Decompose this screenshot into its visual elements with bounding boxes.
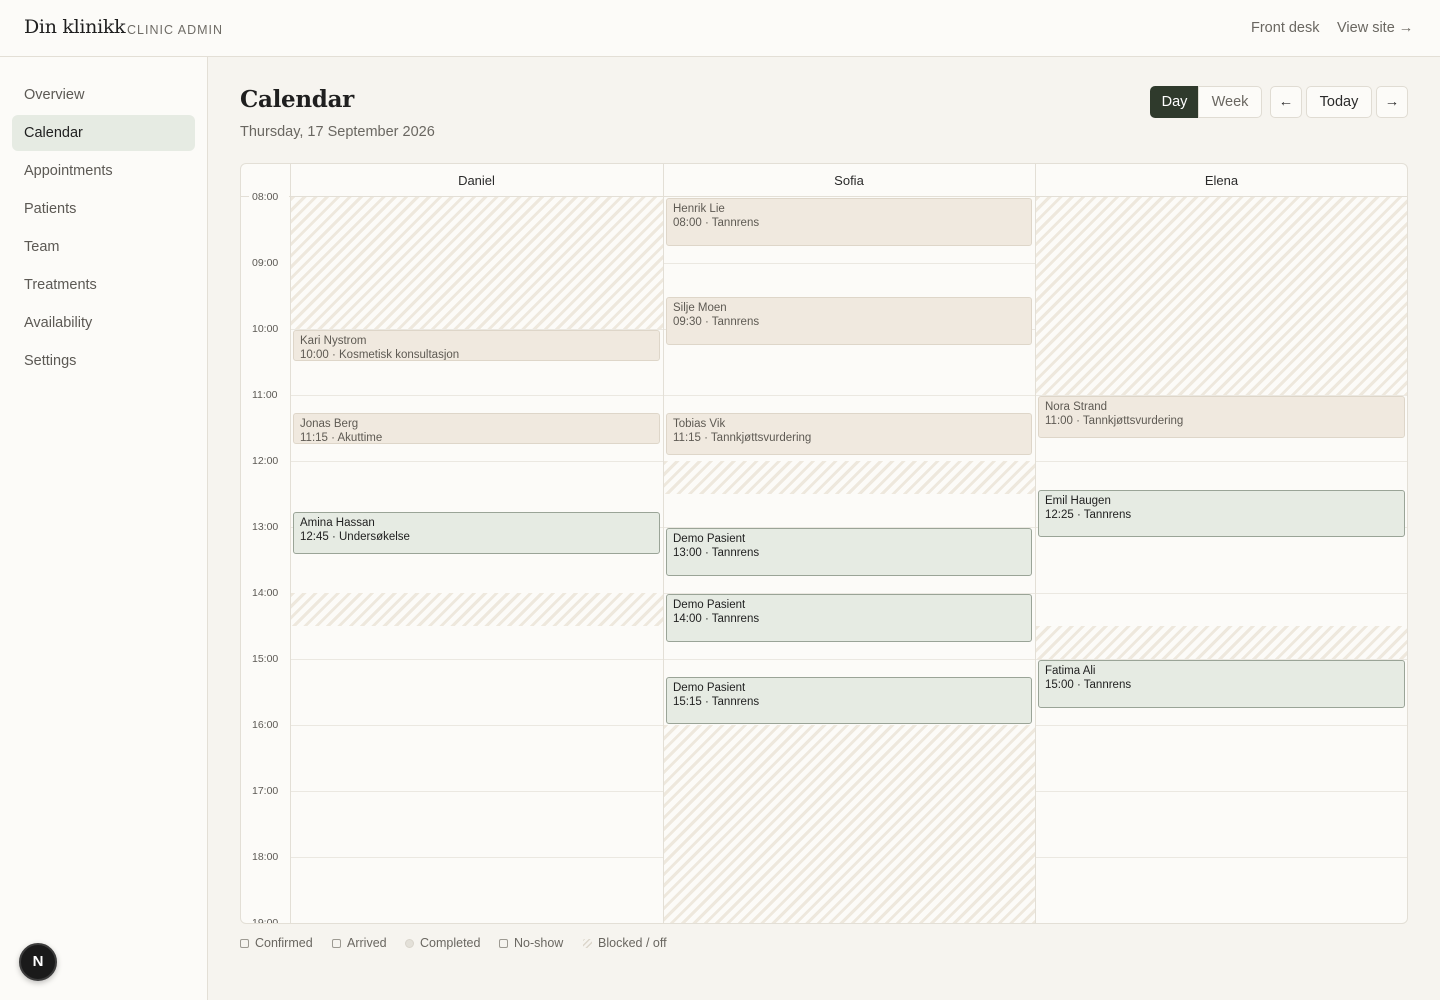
arrived-swatch [332,939,341,948]
column-divider [290,164,291,923]
legend-completed: Completed [405,936,480,950]
column-divider [663,164,664,923]
sidebar-item-treatments[interactable]: Treatments [12,267,195,303]
appointment-detail: 11:15 · Tannkjøttsvurdering [673,431,812,444]
previous-day-button[interactable]: ← [1270,86,1302,118]
time-label: 15:00 [249,653,289,665]
time-label: 13:00 [249,521,289,533]
legend-label-completed: Completed [420,936,481,950]
page-title: Calendar [240,86,355,113]
appointment-detail: 15:15 · Tannrens [673,695,760,708]
appointment-detail: 09:30 · Tannrens [673,316,760,328]
sidebar: Overview Calendar Appointments Patients … [0,57,208,1000]
sidebar-item-appointments[interactable]: Appointments [12,153,195,189]
confirmed-swatch [240,939,249,948]
blocked-slot [664,461,1035,494]
time-label: 19:00 [249,917,289,923]
today-button[interactable]: Today [1306,86,1372,118]
sidebar-item-availability[interactable]: Availability [12,305,195,341]
appointment-patient-name: Jonas Berg [300,417,359,430]
blocked-slot [1036,197,1407,395]
completed-swatch [405,939,414,948]
hour-line [290,923,1408,924]
appointment-patient-name: Demo Pasient [673,599,746,611]
blocked-slot [1036,626,1407,659]
appointment-patient-name: Nora Strand [1045,401,1108,413]
legend-arrived: Arrived [332,936,387,950]
appointment-card[interactable]: Amina Hassan 12:45 · Undersøkelse [293,511,660,554]
appointment-detail: 14:00 · Tannrens [673,613,760,625]
sidebar-item-team[interactable]: Team [12,229,195,265]
column-header-elena: Elena [1035,164,1407,197]
appointment-detail: 12:45 · Undersøkelse [300,530,410,543]
week-view-button[interactable]: Week [1198,86,1262,118]
brand-subtitle: CLINIC ADMIN [127,23,224,37]
next-day-button[interactable]: → [1376,86,1408,118]
appointment-card[interactable]: Henrik Lie 08:00 · Tannrens [666,198,1032,246]
time-label: 12:00 [249,455,289,467]
brand-name[interactable]: Din klinikk [24,16,126,38]
blocked-slot [291,197,663,329]
appointment-patient-name: Fatima Ali [1045,665,1096,677]
appointment-card[interactable]: Tobias Vik 11:15 · Tannkjøttsvurdering [666,412,1032,455]
sidebar-item-calendar[interactable]: Calendar [12,115,195,151]
legend-blocked: Blocked / off [583,936,667,950]
legend-label-arrived: Arrived [347,936,387,950]
time-label: 09:00 [249,257,289,269]
column-header-sofia: Sofia [663,164,1035,197]
appointment-patient-name: Emil Haugen [1045,494,1111,507]
legend-label-no-show: No-show [514,936,564,950]
time-label: 14:00 [249,587,289,599]
appointment-detail: 13:00 · Tannrens [673,547,760,559]
appointment-detail: 10:00 · Kosmetisk konsultasjon [300,349,460,361]
time-label: 17:00 [249,785,289,797]
appointment-detail: 11:15 · Akuttime [300,431,383,444]
appointment-patient-name: Demo Pasient [673,533,746,545]
appointment-patient-name: Demo Pasient [673,681,746,694]
appointment-card[interactable]: Jonas Berg 11:15 · Akuttime [293,412,660,444]
appointment-patient-name: Tobias Vik [673,417,726,430]
top-bar: Din klinikk CLINIC ADMIN Front desk View… [0,0,1440,57]
appointment-card[interactable]: Emil Haugen 12:25 · Tannrens [1038,489,1405,537]
sidebar-item-settings[interactable]: Settings [12,343,195,379]
appointment-card[interactable]: Nora Strand 11:00 · Tannkjøttsvurdering [1038,396,1405,438]
time-label: 08:00 [249,191,289,203]
appointment-card[interactable]: Kari Nystrom 10:00 · Kosmetisk konsultasj… [293,330,660,361]
legend-label-blocked: Blocked / off [598,936,667,950]
appointment-detail: 15:00 · Tannrens [1045,679,1132,691]
appointment-detail: 08:00 · Tannrens [673,217,760,229]
appointment-detail: 11:00 · Tannkjøttsvurdering [1045,415,1184,427]
appointment-card[interactable]: Demo Pasient 13:00 · Tannrens [666,528,1032,576]
legend-confirmed: Confirmed [240,936,313,950]
no-show-swatch [499,939,508,948]
front-desk-link[interactable]: Front desk [1251,20,1320,36]
appointment-card[interactable]: Demo Pasient 15:15 · Tannrens [666,676,1032,724]
blocked-slot [664,725,1035,923]
appointment-patient-name: Henrik Lie [673,203,725,215]
appointment-detail: 12:25 · Tannrens [1045,508,1132,521]
calendar-grid: Daniel Sofia Elena 08:00 09:00 10:00 11:00 1… [240,163,1408,924]
appointment-card[interactable]: Silje Moen 09:30 · Tannrens [666,297,1032,345]
page-date: Thursday, 17 September 2026 [240,124,435,140]
sidebar-item-patients[interactable]: Patients [12,191,195,227]
time-label: 10:00 [249,323,289,335]
appointment-patient-name: Kari Nystrom [300,335,367,347]
view-site-link[interactable]: View site → [1337,20,1413,36]
time-label: 16:00 [249,719,289,731]
legend-no-show: No-show [499,936,563,950]
appointment-patient-name: Amina Hassan [300,516,375,529]
appointment-patient-name: Silje Moen [673,302,727,314]
time-label: 11:00 [249,389,289,401]
sidebar-item-overview[interactable]: Overview [12,77,195,113]
appointment-card[interactable]: Demo Pasient 14:00 · Tannrens [666,594,1032,642]
user-avatar[interactable]: N [19,943,57,981]
day-view-button[interactable]: Day [1150,86,1199,118]
legend-label-confirmed: Confirmed [255,936,313,950]
column-divider [1035,164,1036,923]
blocked-slot [291,593,663,626]
blocked-swatch [583,939,592,948]
appointment-card[interactable]: Fatima Ali 15:00 · Tannrens [1038,660,1405,708]
time-label: 18:00 [249,851,289,863]
column-header-daniel: Daniel [290,164,663,197]
